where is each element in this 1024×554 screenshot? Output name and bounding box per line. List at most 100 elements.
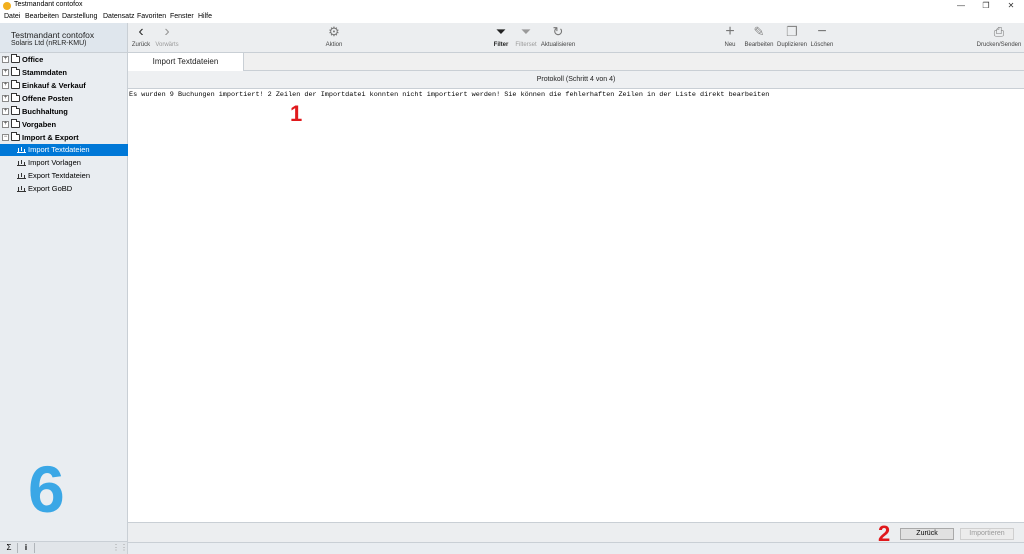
- tab-strip: Import Textdateien: [128, 53, 1024, 71]
- info-icon[interactable]: i: [19, 543, 33, 553]
- import-button[interactable]: Importieren: [960, 528, 1014, 540]
- expand-icon[interactable]: +: [2, 56, 9, 63]
- wizard-button-bar: 2 Zurück Importieren: [128, 521, 1024, 546]
- gear-icon: ⚙: [328, 24, 340, 39]
- sidebar-item-stammdaten[interactable]: + Stammdaten: [0, 67, 127, 79]
- menu-fenster[interactable]: Fenster: [170, 13, 194, 20]
- collapse-icon[interactable]: −: [2, 134, 9, 141]
- action-button[interactable]: ⚙ Aktion: [321, 25, 347, 51]
- sidebar-item-export-textdateien[interactable]: Export Textdateien: [0, 170, 128, 182]
- folder-icon: [11, 93, 20, 102]
- folder-icon: [11, 106, 20, 115]
- menu-favoriten[interactable]: Favoriten: [137, 13, 166, 20]
- menu-datei[interactable]: Datei: [4, 13, 20, 20]
- expand-icon[interactable]: +: [2, 95, 9, 102]
- pencil-icon: ✎: [753, 24, 765, 39]
- new-button[interactable]: + Neu: [721, 23, 739, 51]
- back-button[interactable]: ‹ Zurück: [130, 23, 152, 51]
- menu-hilfe[interactable]: Hilfe: [198, 13, 212, 20]
- sidebar-item-label: Einkauf & Verkauf: [22, 81, 86, 90]
- chart-icon: [17, 173, 26, 179]
- folder-icon: [11, 80, 20, 89]
- expand-icon[interactable]: +: [2, 69, 9, 76]
- divider: [17, 543, 18, 553]
- sidebar-item-einkauf-verkauf[interactable]: + Einkauf & Verkauf: [0, 80, 127, 92]
- divider: [34, 543, 35, 553]
- refresh-label: Aktualisieren: [540, 42, 576, 48]
- sidebar-footer: Σ i ⋮⋮: [0, 541, 128, 554]
- sidebar-item-label: Offene Posten: [22, 94, 73, 103]
- grip-icon[interactable]: ⋮⋮: [112, 543, 128, 553]
- annotation-marker-1: 1: [290, 101, 303, 126]
- annotation-marker-6: 6: [28, 452, 65, 526]
- sidebar-item-vorgaben[interactable]: + Vorgaben: [0, 119, 127, 131]
- sidebar: Testmandant contofox Solaris Ltd (nRLR-K…: [0, 23, 128, 554]
- protocol-log-text: Es wurden 9 Buchungen importiert! 2 Zeil…: [129, 91, 770, 99]
- app-icon: [3, 2, 11, 10]
- sidebar-item-label: Vorgaben: [22, 120, 57, 129]
- company-name: Testmandant contofox: [11, 30, 95, 40]
- sidebar-item-label: Export GoBD: [28, 184, 73, 193]
- duplicate-icon: ❐: [786, 24, 798, 39]
- refresh-button[interactable]: ↻ Aktualisieren: [539, 25, 577, 51]
- expand-icon[interactable]: +: [2, 121, 9, 128]
- chevron-left-icon: ‹: [138, 23, 144, 40]
- title-bar: Testmandant contofox — ❐ ✕: [0, 0, 1024, 12]
- menu-datensatz[interactable]: Datensatz: [103, 13, 135, 20]
- edit-label: Bearbeiten: [744, 42, 774, 48]
- edit-button[interactable]: ✎ Bearbeiten: [743, 25, 775, 51]
- toolbar: ‹ Zurück › Vorwärts ⚙ Aktion ⏷ Filter ⏷ …: [128, 23, 1024, 53]
- company-header[interactable]: Testmandant contofox Solaris Ltd (nRLR-K…: [0, 23, 127, 53]
- sidebar-item-label: Buchhaltung: [22, 107, 68, 116]
- filter-button[interactable]: ⏷ Filter: [490, 25, 512, 51]
- protocol-panel: Protokoll (Schritt 4 von 4) Es wurden 9 …: [128, 71, 1024, 522]
- company-subtitle: Solaris Ltd (nRLR-KMU): [11, 40, 87, 47]
- action-label: Aktion: [325, 42, 343, 48]
- print-send-label: Drucken/Senden: [976, 42, 1022, 48]
- protocol-header: Protokoll (Schritt 4 von 4): [128, 71, 1024, 89]
- folder-icon: [11, 54, 20, 63]
- back-label: Zurück: [131, 42, 151, 48]
- sidebar-item-import-textdateien[interactable]: Import Textdateien: [0, 144, 128, 156]
- back-wizard-button[interactable]: Zurück: [900, 528, 954, 540]
- new-label: Neu: [724, 42, 736, 48]
- menu-darstellung[interactable]: Darstellung: [62, 13, 97, 20]
- forward-label: Vorwärts: [155, 42, 179, 48]
- filterset-button[interactable]: ⏷ Filterset: [514, 25, 538, 51]
- delete-label: Löschen: [810, 42, 834, 48]
- filter-label: Filter: [493, 42, 509, 48]
- window-title: Testmandant contofox: [14, 1, 83, 8]
- sidebar-item-import-export[interactable]: − Import & Export: [0, 132, 127, 144]
- expand-icon[interactable]: +: [2, 82, 9, 89]
- chart-icon: [17, 147, 26, 153]
- refresh-icon: ↻: [552, 24, 564, 39]
- expand-icon[interactable]: +: [2, 108, 9, 115]
- sidebar-item-label: Import & Export: [22, 133, 79, 142]
- forward-button[interactable]: › Vorwärts: [153, 24, 181, 51]
- minimize-icon[interactable]: —: [950, 0, 972, 12]
- filter-icon: ⏷: [495, 24, 507, 39]
- folder-icon: [11, 119, 20, 128]
- minus-icon: −: [817, 23, 827, 40]
- plus-icon: +: [725, 23, 735, 40]
- filterset-icon: ⏷: [520, 24, 532, 39]
- menu-bearbeiten[interactable]: Bearbeiten: [25, 13, 59, 20]
- sidebar-item-export-gobd[interactable]: Export GoBD: [0, 183, 128, 195]
- sidebar-item-buchhaltung[interactable]: + Buchhaltung: [0, 106, 127, 118]
- delete-button[interactable]: − Löschen: [809, 23, 835, 51]
- duplicate-button[interactable]: ❐ Duplizieren: [776, 25, 808, 51]
- sidebar-item-offene-posten[interactable]: + Offene Posten: [0, 93, 127, 105]
- sidebar-item-label: Office: [22, 55, 44, 64]
- sidebar-item-label: Stammdaten: [22, 68, 68, 77]
- printer-icon: ⎙: [993, 24, 1005, 39]
- maximize-icon[interactable]: ❐: [975, 0, 997, 12]
- sidebar-item-import-vorlagen[interactable]: Import Vorlagen: [0, 157, 128, 169]
- sum-icon[interactable]: Σ: [2, 543, 16, 553]
- sidebar-item-label: Import Vorlagen: [28, 158, 81, 167]
- tab-import-textdateien[interactable]: Import Textdateien: [128, 53, 244, 71]
- chart-icon: [17, 160, 26, 166]
- sidebar-item-label: Import Textdateien: [28, 145, 90, 154]
- print-send-button[interactable]: ⎙ Drucken/Senden: [976, 25, 1022, 51]
- sidebar-item-office[interactable]: + Office: [0, 54, 127, 66]
- close-icon[interactable]: ✕: [1000, 0, 1022, 12]
